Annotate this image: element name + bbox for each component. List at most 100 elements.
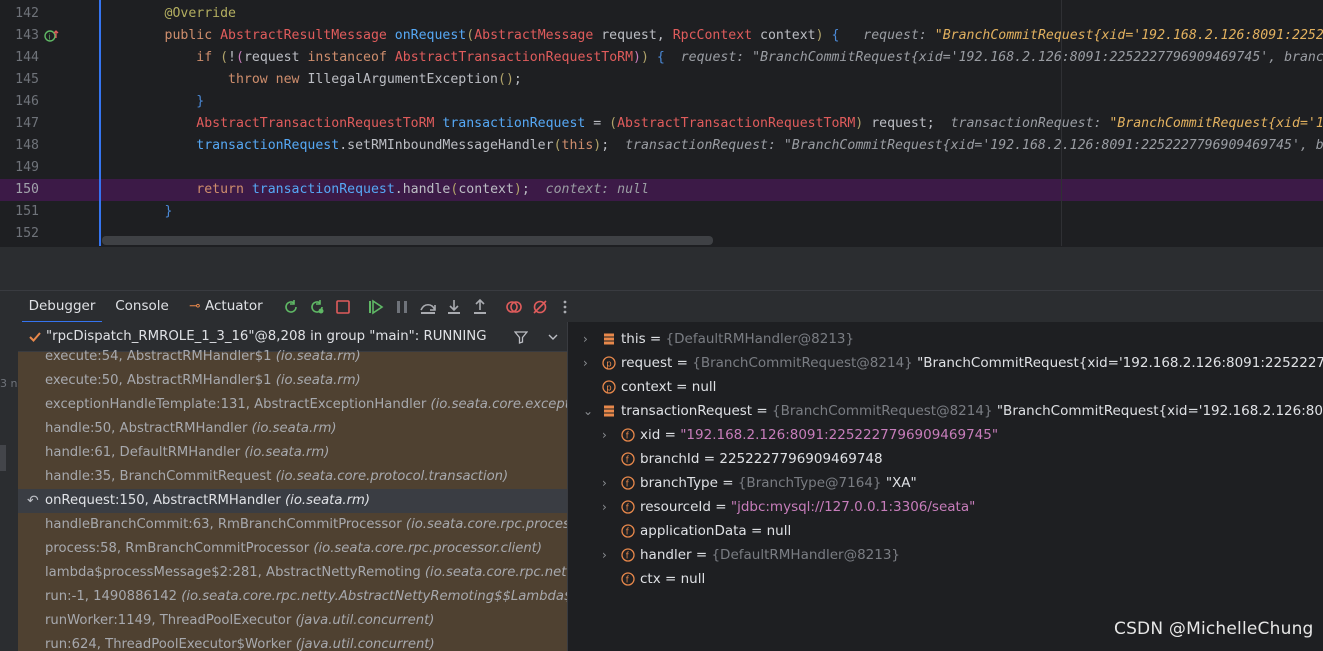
stack-frame[interactable]: run:624, ThreadPoolExecutor$Worker (java…: [18, 633, 567, 651]
chevron-right-icon[interactable]: ›: [602, 543, 612, 567]
code-token: request;: [863, 116, 935, 131]
tab-debugger[interactable]: Debugger: [22, 291, 102, 323]
line-number[interactable]: 148: [0, 135, 39, 157]
chevron-right-icon[interactable]: ›: [583, 327, 593, 351]
stack-frame[interactable]: handle:61, DefaultRMHandler (io.seata.rm…: [18, 441, 567, 465]
line-number[interactable]: 152: [0, 223, 39, 245]
pause-icon[interactable]: [393, 298, 411, 316]
variable-row[interactable]: ⌄ transactionRequest = {BranchCommitReque…: [568, 399, 1323, 423]
variable-row[interactable]: › f branchType = {BranchType@7164} "XA": [568, 471, 1323, 495]
inline-debug-value-text: request: "BranchCommitRequest{xid='192.1…: [664, 50, 1323, 65]
inline-debug-value[interactable]: request: "BranchCommitRequest{xid='192.1…: [839, 28, 1323, 43]
variable-text: handler = {DefaultRMHandler@8213}: [640, 543, 900, 567]
code-token: AbstractTransactionRequestToRM: [394, 50, 634, 65]
line-number[interactable]: 151: [0, 201, 39, 223]
left-strip-marker[interactable]: [0, 445, 6, 471]
stack-frame[interactable]: execute:54, AbstractRMHandler$1 (io.seat…: [18, 345, 567, 369]
rerun-debug-icon[interactable]: [308, 298, 326, 316]
field-icon: f: [621, 500, 635, 514]
line-number[interactable]: 149: [0, 157, 39, 179]
tab-actuator[interactable]: ⊸ Actuator: [189, 291, 279, 323]
variable-row[interactable]: › f handler = {DefaultRMHandler@8213}: [568, 543, 1323, 567]
code-line[interactable]: 145 throw new IllegalArgumentException()…: [0, 69, 1323, 91]
chevron-right-icon[interactable]: ›: [602, 423, 612, 447]
code-token: public: [101, 28, 221, 43]
code-line[interactable]: 150 return transactionRequest.handle(con…: [0, 179, 1323, 201]
stack-frame[interactable]: exceptionHandleTemplate:131, AbstractExc…: [18, 393, 567, 417]
tab-console[interactable]: Console: [110, 291, 174, 323]
stack-frame[interactable]: handle:50, AbstractRMHandler (io.seata.r…: [18, 417, 567, 441]
code-line[interactable]: 148 transactionRequest.setRMInboundMessa…: [0, 135, 1323, 157]
step-out-icon[interactable]: [471, 298, 489, 316]
chevron-down-icon[interactable]: [547, 332, 559, 342]
frame-package: (io.seata.rm): [275, 349, 361, 364]
stack-frame[interactable]: ↶ onRequest:150, AbstractRMHandler (io.se…: [18, 489, 567, 513]
rerun-icon[interactable]: [282, 298, 300, 316]
variable-text: branchId = 2252227796909469748: [640, 447, 883, 471]
variable-value: "BranchCommitRequest{xid='192.168.2.126:…: [917, 355, 1323, 371]
svg-text:p: p: [606, 359, 611, 369]
step-over-icon[interactable]: [419, 298, 437, 316]
line-number[interactable]: 145: [0, 69, 39, 91]
code-editor[interactable]: 142 @Override 143 i public AbstractResultM…: [0, 0, 1323, 246]
svg-text:f: f: [626, 455, 630, 465]
variable-value: null: [766, 523, 792, 539]
line-number[interactable]: 150: [0, 179, 39, 201]
line-number[interactable]: 147: [0, 113, 39, 135]
line-number[interactable]: 146: [0, 91, 39, 113]
view-breakpoints-icon[interactable]: [505, 298, 523, 316]
code-line[interactable]: 146 }: [0, 91, 1323, 113]
code-token: throw new: [101, 72, 308, 87]
inline-debug-value[interactable]: transactionRequest: "BranchCommitRequest…: [935, 116, 1323, 131]
chevron-right-icon[interactable]: ›: [602, 471, 612, 495]
variable-row[interactable]: › this = {DefaultRMHandler@8213}: [568, 327, 1323, 351]
editor-panel-divider[interactable]: [0, 246, 1323, 290]
code-line[interactable]: 144 if (!(request instanceof AbstractTra…: [0, 47, 1323, 69]
frame-method: lambda$processMessage$2:281, AbstractNet…: [45, 565, 425, 580]
inline-debug-value[interactable]: transactionRequest: "BranchCommitRequest…: [609, 138, 1323, 153]
code-line[interactable]: 151 }: [0, 201, 1323, 223]
variable-row[interactable]: p context = null: [568, 375, 1323, 399]
variable-row[interactable]: › p request = {BranchCommitRequest@8214} "…: [568, 351, 1323, 375]
frame-method: execute:50, AbstractRMHandler$1: [45, 373, 276, 388]
step-into-icon[interactable]: [445, 298, 463, 316]
chevron-right-icon[interactable]: ›: [602, 495, 612, 519]
field-icon: f: [621, 428, 635, 442]
code-token: (): [498, 72, 514, 87]
line-number[interactable]: 144: [0, 47, 39, 69]
editor-horizontal-scrollbar[interactable]: [102, 236, 713, 245]
mute-breakpoints-icon[interactable]: [531, 298, 549, 316]
variable-row[interactable]: › f resourceId = "jdbc:mysql://127.0.0.1:3…: [568, 495, 1323, 519]
inline-debug-value[interactable]: request: "BranchCommitRequest{xid='192.1…: [665, 50, 1323, 65]
more-options-icon[interactable]: [556, 298, 574, 316]
left-tool-strip: [0, 322, 18, 651]
variable-row[interactable]: f branchId = 2252227796909469748: [568, 447, 1323, 471]
stack-frame[interactable]: execute:50, AbstractRMHandler$1 (io.seat…: [18, 369, 567, 393]
stack-frame[interactable]: handle:35, BranchCommitRequest (io.seata…: [18, 465, 567, 489]
code-line[interactable]: 147 AbstractTransactionRequestToRM trans…: [0, 113, 1323, 135]
code-line[interactable]: 149: [0, 157, 1323, 179]
implements-method-icon[interactable]: i: [44, 29, 59, 43]
code-line[interactable]: 143 i public AbstractResultMessage onRequ…: [0, 25, 1323, 47]
variable-text: xid = "192.168.2.126:8091:22522277969094…: [640, 423, 998, 447]
stack-frame[interactable]: lambda$processMessage$2:281, AbstractNet…: [18, 561, 567, 585]
line-number[interactable]: 142: [0, 3, 39, 25]
code-text: }: [101, 91, 204, 113]
line-number[interactable]: 143: [0, 25, 39, 47]
stop-icon[interactable]: [334, 298, 352, 316]
variable-row[interactable]: f ctx = null: [568, 567, 1323, 591]
variable-row[interactable]: f applicationData = null: [568, 519, 1323, 543]
chevron-down-icon[interactable]: ⌄: [583, 399, 593, 423]
chevron-right-icon[interactable]: ›: [583, 351, 593, 375]
filter-icon[interactable]: [514, 330, 528, 344]
stack-frame[interactable]: runWorker:1149, ThreadPoolExecutor (java…: [18, 609, 567, 633]
stack-frame[interactable]: run:-1, 1490886142 (io.seata.core.rpc.ne…: [18, 585, 567, 609]
resume-icon[interactable]: [366, 298, 384, 316]
inline-debug-value[interactable]: context: null: [530, 182, 649, 197]
code-line[interactable]: 142 @Override: [0, 3, 1323, 25]
variable-row[interactable]: › f xid = "192.168.2.126:8091:225222779690…: [568, 423, 1323, 447]
code-token: if: [101, 50, 221, 65]
code-token: request: [243, 50, 308, 65]
stack-frame[interactable]: handleBranchCommit:63, RmBranchCommitPro…: [18, 513, 567, 537]
stack-frame[interactable]: process:58, RmBranchCommitProcessor (io.…: [18, 537, 567, 561]
